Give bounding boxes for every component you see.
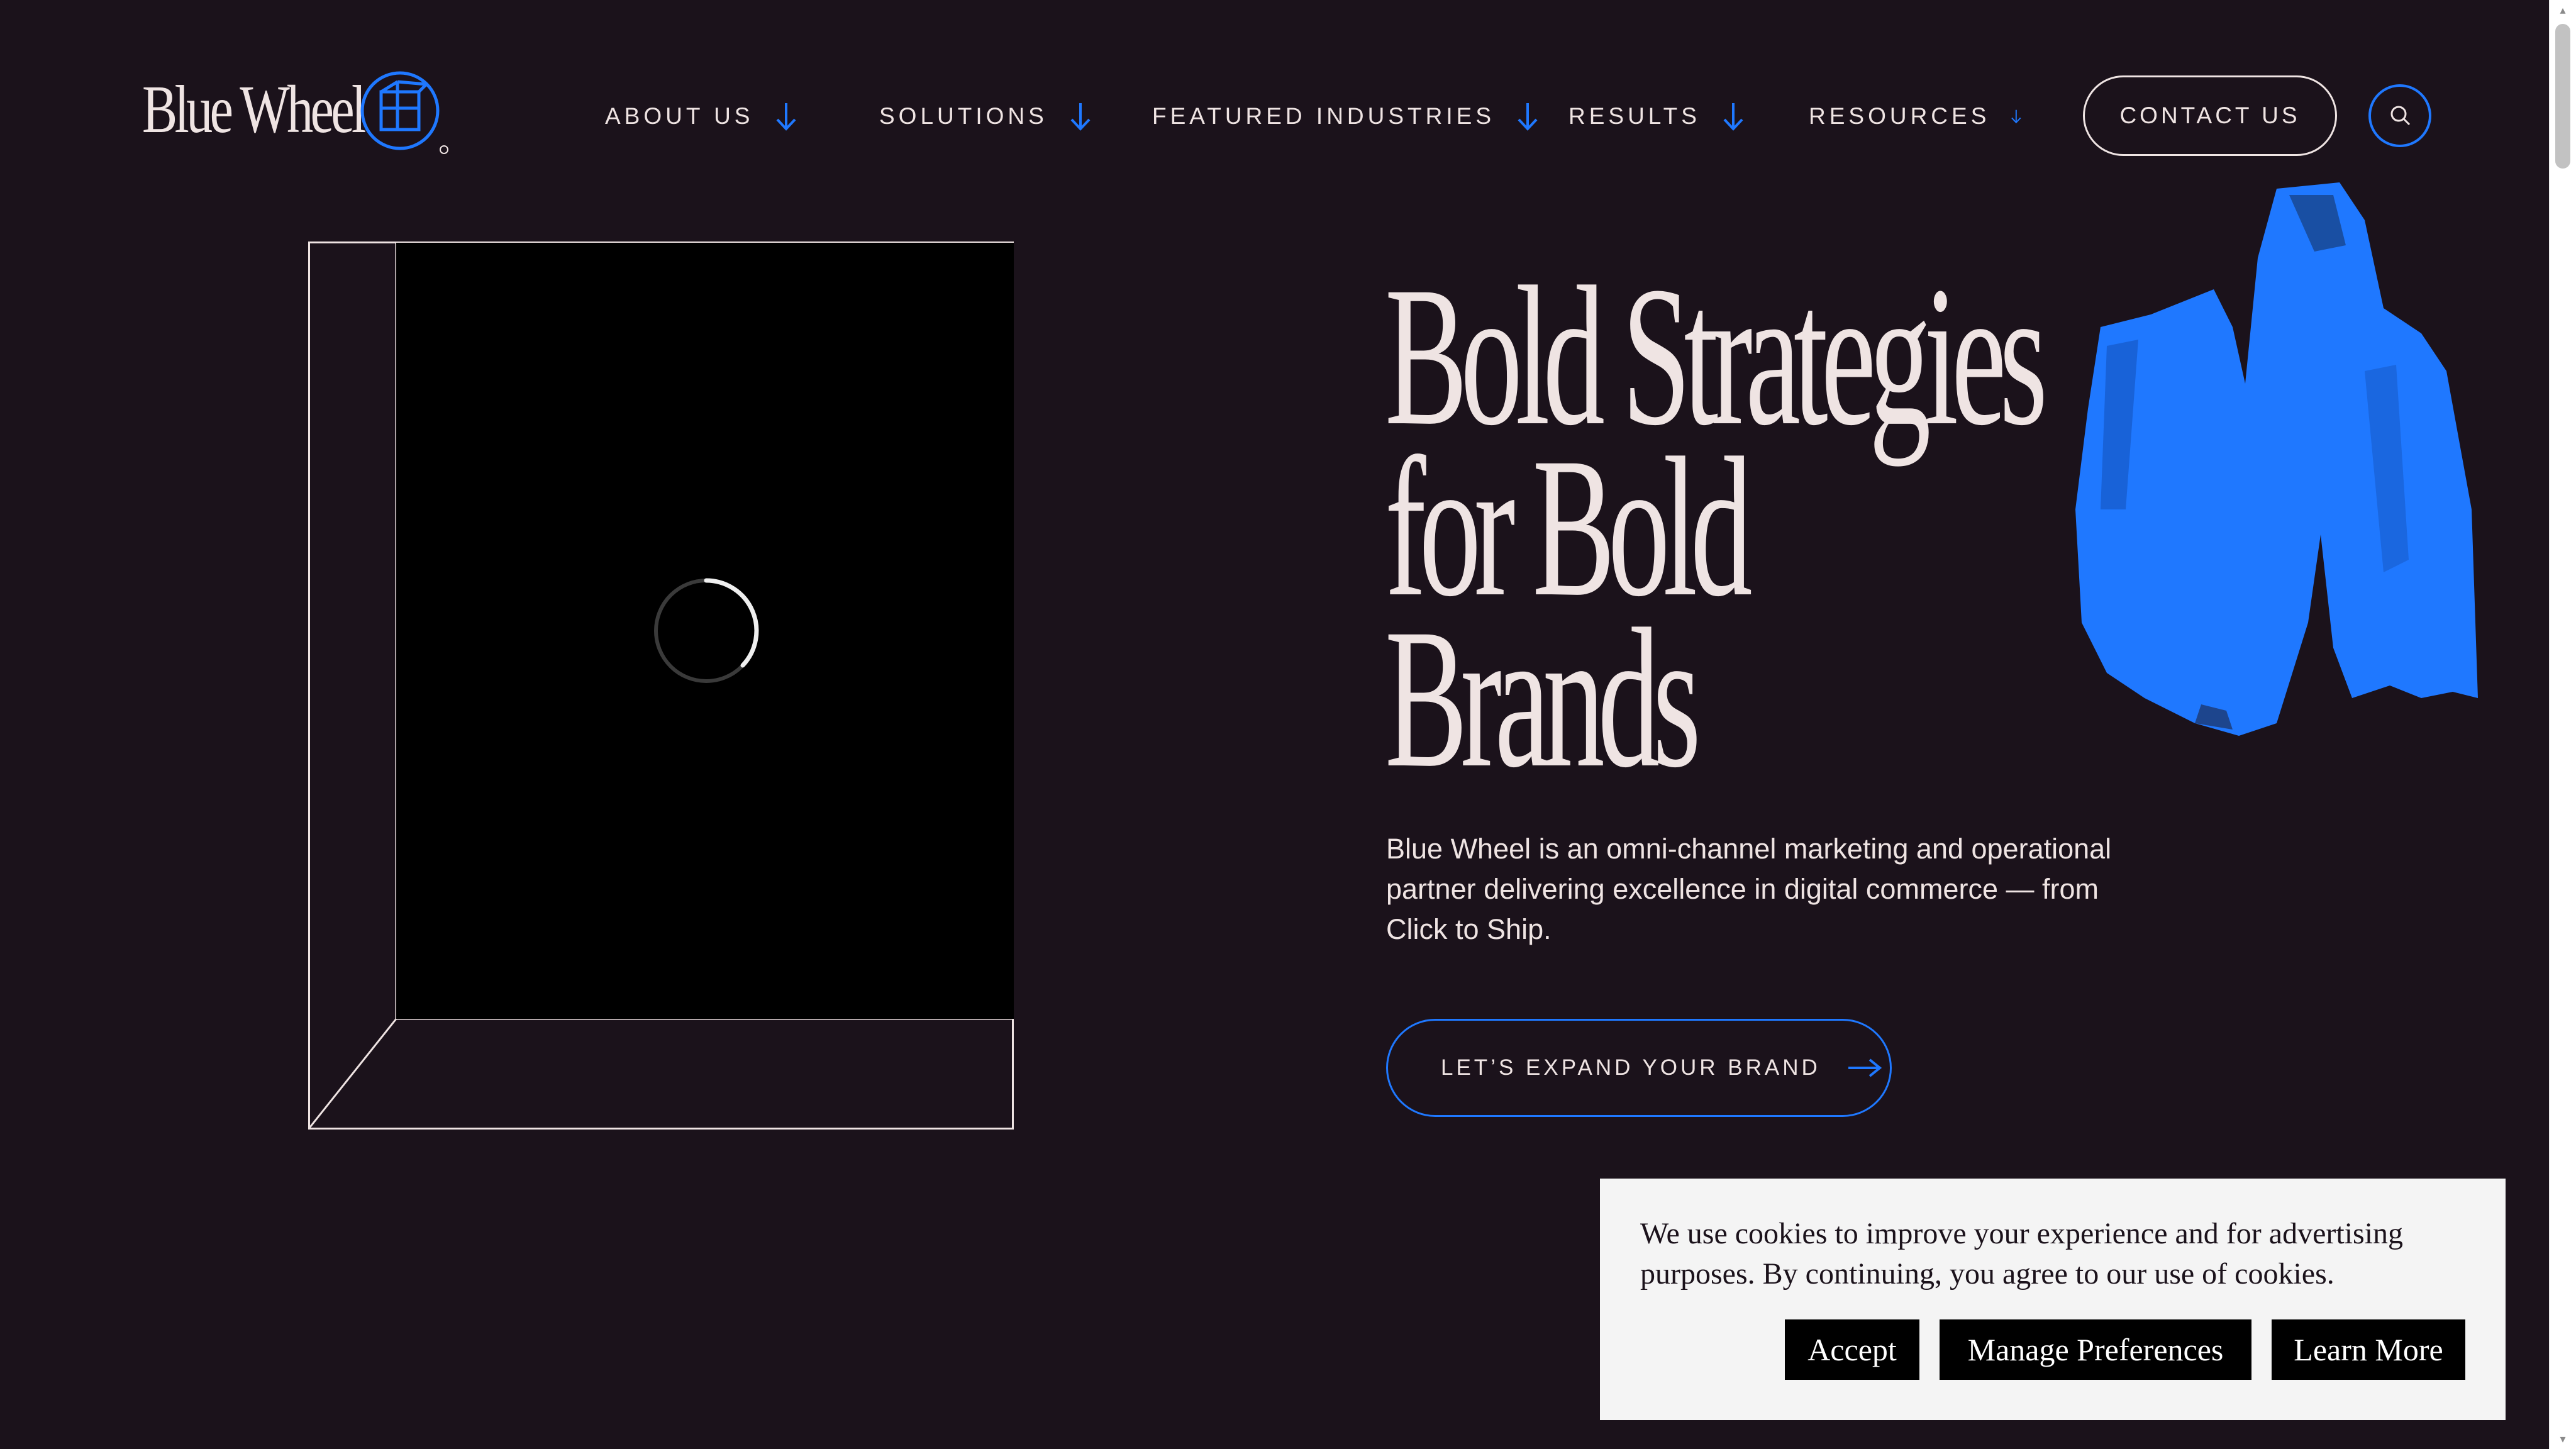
hero-description: Blue Wheel is an omni-channel marketing … [1386, 833, 2112, 945]
loading-spinner-icon [654, 578, 759, 683]
main-nav: ABOUT US SOLUTIONS FEATURED INDUSTRIES R… [605, 94, 2023, 138]
scroll-up-icon[interactable]: ▴ [2550, 0, 2576, 20]
arrow-down-icon [2011, 109, 2021, 124]
nav-label: RESOURCES [1809, 103, 1990, 129]
search-icon [2390, 106, 2411, 126]
arrow-down-icon [1070, 103, 1091, 131]
expand-brand-button[interactable]: LET’S EXPAND YOUR BRAND [1386, 1019, 1892, 1117]
cookie-banner: We use cookies to improve your experienc… [1600, 1179, 2506, 1420]
page: Blue Wheel ABOUT US SOLUTIONS FEATURED I… [0, 0, 2576, 1449]
nav-label: FEATURED INDUSTRIES [1152, 103, 1496, 129]
page-scrollbar[interactable]: ▴ ▾ [2549, 0, 2576, 1449]
search-button[interactable] [2368, 84, 2431, 147]
blue-brush-stroke [2075, 182, 2478, 736]
scroll-down-icon[interactable]: ▾ [2550, 1429, 2576, 1449]
nav-item-resources[interactable]: RESOURCES [1809, 101, 2023, 132]
arrow-down-icon [1723, 103, 1743, 131]
accept-cookies-button[interactable]: Accept [1785, 1319, 1919, 1380]
scrollbar-thumb[interactable] [2555, 24, 2570, 169]
headline-line: Brands [1385, 587, 1701, 809]
brand-logo[interactable]: Blue Wheel [142, 63, 448, 157]
nav-label: SOLUTIONS [879, 103, 1048, 129]
contact-us-button[interactable]: CONTACT US [2083, 75, 2337, 156]
cookie-message: We use cookies to improve your experienc… [1640, 1217, 2404, 1291]
nav-item-about-us[interactable]: ABOUT US [605, 101, 879, 132]
logo-cube-icon [360, 71, 448, 154]
nav-label: ABOUT US [605, 103, 754, 129]
arrow-down-icon [1518, 103, 1538, 131]
nav-item-featured-industries[interactable]: FEATURED INDUSTRIES [1152, 101, 1568, 132]
nav-item-solutions[interactable]: SOLUTIONS [879, 101, 1152, 132]
manage-preferences-button[interactable]: Manage Preferences [1940, 1319, 2251, 1380]
arrow-down-icon [777, 103, 796, 131]
nav-item-results[interactable]: RESULTS [1568, 101, 1809, 132]
hero-headline: Bold Strategies for Bold Brands [1385, 256, 2126, 809]
cta-label: LET’S EXPAND YOUR BRAND [1441, 1055, 1821, 1080]
nav-label: RESULTS [1568, 103, 1701, 129]
logo-wordmark: Blue Wheel [142, 72, 366, 147]
arrow-right-icon [1848, 1058, 1882, 1077]
learn-more-button[interactable]: Learn More [2272, 1319, 2465, 1380]
